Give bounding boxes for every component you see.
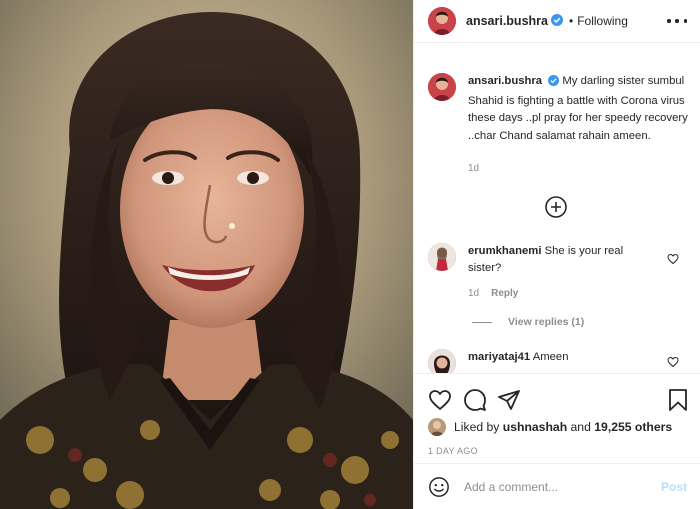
paper-plane-icon[interactable] [497,388,521,415]
likes-summary: Liked by ushnashah and 19,255 others [428,418,672,436]
comment-text-block: mariyataj41 Ameen [468,349,569,373]
post-comment-button[interactable]: Post [661,480,687,494]
author-avatar-image [428,7,456,35]
post-photo[interactable] [0,0,413,509]
caption-time[interactable]: 1d [468,163,479,174]
comment-username[interactable]: erumkhanemi [468,245,541,257]
comments-list[interactable]: ansari.bushra My darling sister sumbul S… [414,43,700,373]
verified-badge-icon [550,13,563,29]
post-side-panel: ansari.bushra • Following ansari.bushra … [413,0,700,509]
commenter-avatar[interactable] [428,243,456,271]
comment-item: mariyataj41 Ameen [428,349,693,373]
view-replies-label: View replies (1) [508,316,585,328]
caption-username[interactable]: ansari.bushra [468,75,542,87]
caption-text-block: ansari.bushra My darling sister sumbul S… [468,73,688,145]
commenter-avatar-image [428,349,456,373]
smiley-icon[interactable] [428,476,450,498]
header-separator: • [568,14,574,28]
more-horizontal-icon[interactable] [667,14,687,28]
comment-item: erumkhanemi She is your real sister? [428,243,693,277]
likes-middle: and [570,420,591,434]
bookmark-icon[interactable] [667,388,689,415]
comment-like-heart-icon[interactable] [667,253,679,268]
liker-avatar-image [428,418,446,436]
reply-button[interactable]: Reply [491,288,518,299]
likes-count-button[interactable]: 19,255 others [594,420,672,434]
comment-composer: Post [414,463,700,509]
comment-text-block: erumkhanemi She is your real sister? [468,243,648,277]
comment-input[interactable] [464,479,654,494]
liker-avatar[interactable] [428,418,446,436]
author-username[interactable]: ansari.bushra [466,14,548,28]
post-header: ansari.bushra • Following [414,0,700,43]
post-caption: ansari.bushra My darling sister sumbul S… [428,73,688,145]
comment-icon[interactable] [463,388,487,415]
view-replies-line [472,321,492,323]
commenter-avatar[interactable] [428,349,456,373]
liker-username[interactable]: ushnashah [503,420,567,434]
comment-meta: 1d Reply [468,288,518,299]
plus-circle-icon[interactable] [544,195,568,219]
comment-like-heart-icon[interactable] [667,356,679,371]
author-avatar[interactable] [428,7,456,35]
commenter-avatar-image [428,243,456,271]
post-actions: Liked by ushnashah and 19,255 others 1 D… [414,373,700,463]
likes-prefix: Liked by [454,420,500,434]
view-replies-button[interactable]: View replies (1) [472,316,584,328]
post-modal: ansari.bushra • Following ansari.bushra … [0,0,700,509]
caption-avatar-image [428,73,456,101]
portrait-image [0,0,413,509]
comment-text: Ameen [532,351,569,363]
following-button[interactable]: Following [577,14,628,28]
comment-time[interactable]: 1d [468,288,479,299]
post-date[interactable]: 1 DAY AGO [428,446,478,456]
verified-badge-icon [548,75,560,93]
caption-avatar[interactable] [428,73,456,101]
comment-username[interactable]: mariyataj41 [468,351,530,363]
heart-icon[interactable] [428,388,452,415]
